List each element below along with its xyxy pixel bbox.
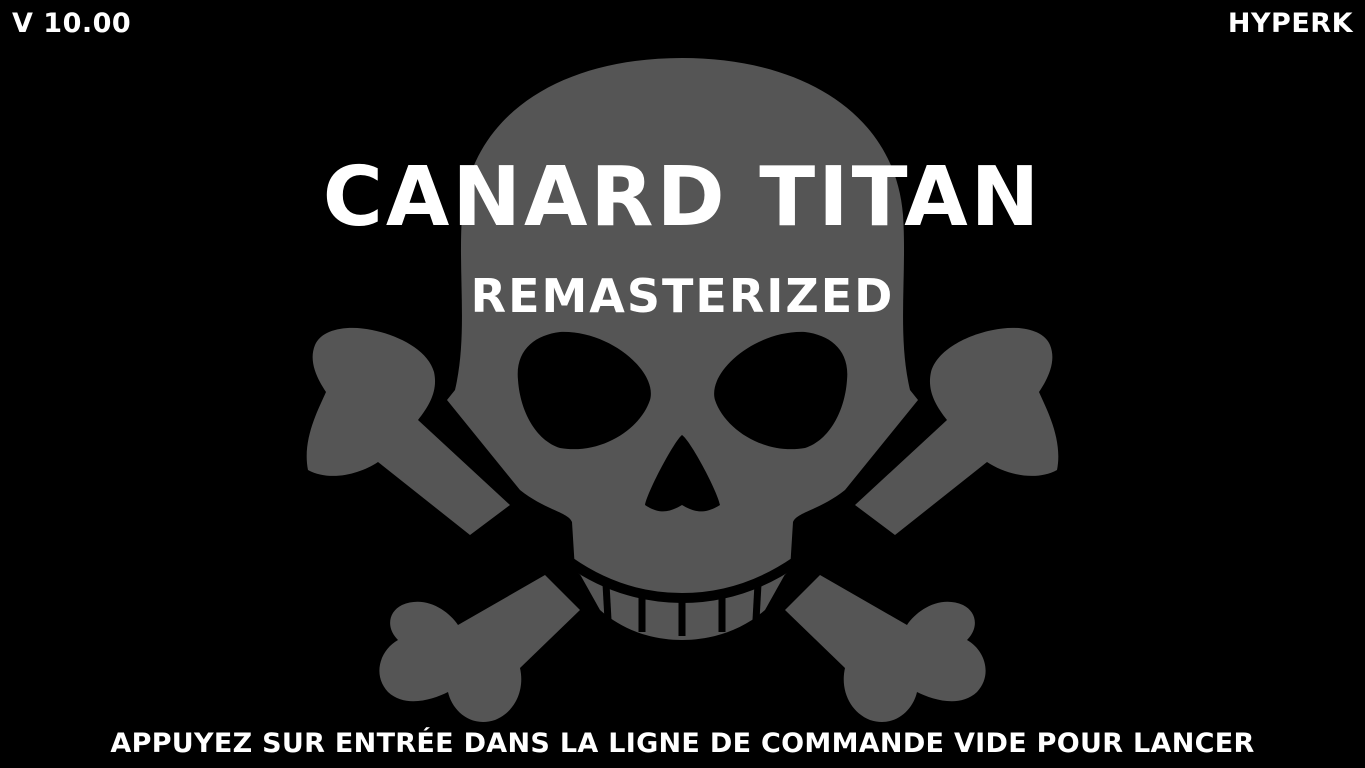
skull-and-crossbones-icon xyxy=(306,58,1059,722)
bone-lower-left xyxy=(379,575,580,722)
skull-head xyxy=(447,58,918,608)
author-label: HYPERK xyxy=(1227,8,1353,39)
bone-lower-right xyxy=(785,575,986,722)
start-prompt: APPUYEZ SUR ENTRÉE DANS LA LIGNE DE COMM… xyxy=(110,728,1255,759)
game-subtitle: REMASTERIZED xyxy=(470,269,895,323)
skull-jaw xyxy=(567,557,798,640)
title-screen[interactable]: V 10.00 HYPERK CANARD TITAN REMASTERIZED… xyxy=(0,0,1365,768)
game-title: CANARD TITAN xyxy=(322,150,1043,245)
version-label: V 10.00 xyxy=(12,8,132,39)
